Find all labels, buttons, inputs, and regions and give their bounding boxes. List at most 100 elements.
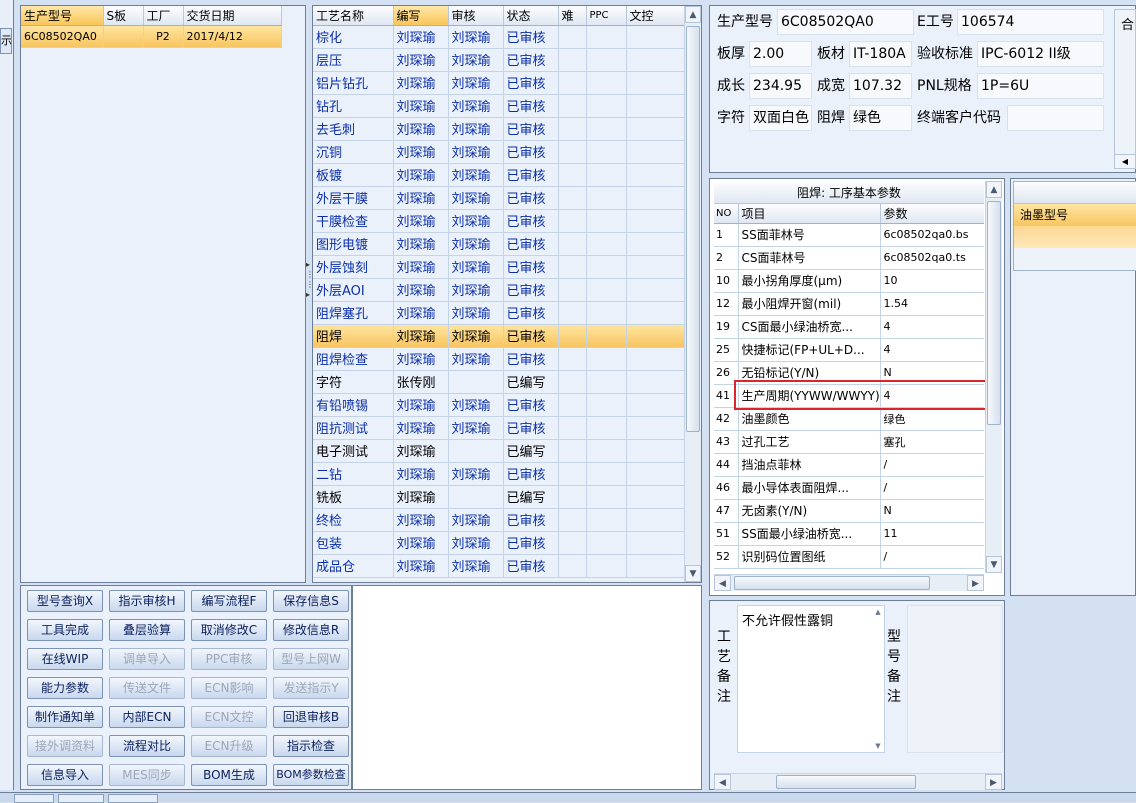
process-author-cell[interactable]: 刘琛瑜 bbox=[393, 439, 449, 463]
table-row[interactable]: 43 过孔工艺 塞孔 bbox=[714, 430, 984, 454]
process-vertical-scrollbar[interactable]: ▲ ▼ bbox=[684, 6, 701, 582]
param-no-cell[interactable]: 42 bbox=[714, 407, 739, 431]
process-process-name-cell[interactable]: 干膜检查 bbox=[313, 209, 394, 233]
process-reviewer-cell[interactable]: 刘琛瑜 bbox=[448, 117, 504, 141]
action-button-0-2[interactable]: 编写流程F bbox=[191, 590, 267, 612]
process-status-cell[interactable]: 已审核 bbox=[503, 117, 559, 141]
table-row[interactable]: 图形电镀 刘琛瑜 刘琛瑜 已审核 bbox=[313, 232, 685, 256]
process-doc-control-cell[interactable] bbox=[626, 301, 685, 325]
process-reviewer-cell[interactable] bbox=[448, 439, 504, 463]
process-ppc-cell[interactable] bbox=[586, 186, 627, 210]
process-status-cell[interactable]: 已审核 bbox=[503, 163, 559, 187]
process-status-cell[interactable]: 已审核 bbox=[503, 48, 559, 72]
process-author-cell[interactable]: 刘琛瑜 bbox=[393, 163, 449, 187]
param-no-cell[interactable]: 25 bbox=[714, 338, 739, 362]
process-difficulty-cell[interactable] bbox=[558, 347, 587, 371]
process-process-name-cell[interactable]: 有铅喷锡 bbox=[313, 393, 394, 417]
table-row[interactable]: 去毛刺 刘琛瑜 刘琛瑜 已审核 bbox=[313, 117, 685, 141]
action-button-2-1[interactable]: 调单导入 bbox=[109, 648, 185, 670]
process-difficulty-cell[interactable] bbox=[558, 94, 587, 118]
process-ppc-cell[interactable] bbox=[586, 48, 627, 72]
params-vertical-scrollbar[interactable]: ▲ ▼ bbox=[985, 181, 1002, 573]
col-header-author[interactable]: 编写 bbox=[393, 6, 449, 26]
param-item-cell[interactable]: SS面菲林号 bbox=[738, 223, 881, 247]
process-reviewer-cell[interactable]: 刘琛瑜 bbox=[448, 393, 504, 417]
table-row[interactable]: 外层AOI 刘琛瑜 刘琛瑜 已审核 bbox=[313, 278, 685, 302]
process-process-name-cell[interactable]: 层压 bbox=[313, 48, 394, 72]
table-row[interactable]: 层压 刘琛瑜 刘琛瑜 已审核 bbox=[313, 48, 685, 72]
process-reviewer-cell[interactable]: 刘琛瑜 bbox=[448, 209, 504, 233]
scroll-right-icon[interactable]: ▶ bbox=[985, 774, 1002, 790]
pnl-field[interactable]: 1P=6U bbox=[977, 73, 1104, 99]
process-process-name-cell[interactable]: 字符 bbox=[313, 370, 394, 394]
table-row[interactable]: 12 最小阻焊开窗(mil) 1.54 bbox=[714, 292, 984, 316]
process-ppc-cell[interactable] bbox=[586, 554, 627, 578]
process-status-cell[interactable]: 已审核 bbox=[503, 347, 559, 371]
left-stub-button[interactable]: 示 bbox=[0, 28, 12, 54]
process-difficulty-cell[interactable] bbox=[558, 71, 587, 95]
process-process-name-cell[interactable]: 终检 bbox=[313, 508, 394, 532]
process-reviewer-cell[interactable]: 刘琛瑜 bbox=[448, 324, 504, 348]
process-author-cell[interactable]: 刘琛瑜 bbox=[393, 531, 449, 555]
process-author-cell[interactable]: 刘琛瑜 bbox=[393, 324, 449, 348]
process-reviewer-cell[interactable]: 刘琛瑜 bbox=[448, 186, 504, 210]
process-author-cell[interactable]: 张传刚 bbox=[393, 370, 449, 394]
process-doc-control-cell[interactable] bbox=[626, 485, 685, 509]
process-status-cell[interactable]: 已审核 bbox=[503, 25, 559, 49]
ink-row[interactable] bbox=[1014, 226, 1136, 248]
process-difficulty-cell[interactable] bbox=[558, 209, 587, 233]
process-process-name-cell[interactable]: 外层蚀刻 bbox=[313, 255, 394, 279]
process-difficulty-cell[interactable] bbox=[558, 278, 587, 302]
process-process-name-cell[interactable]: 电子测试 bbox=[313, 439, 394, 463]
param-no-cell[interactable]: 2 bbox=[714, 246, 739, 270]
action-button-6-0[interactable]: 信息导入 bbox=[27, 764, 103, 786]
process-process-name-cell[interactable]: 板镀 bbox=[313, 163, 394, 187]
process-author-cell[interactable]: 刘琛瑜 bbox=[393, 554, 449, 578]
param-item-cell[interactable]: 最小导体表面阻焊... bbox=[738, 476, 881, 500]
param-no-cell[interactable]: 46 bbox=[714, 476, 739, 500]
table-row[interactable]: 钻孔 刘琛瑜 刘琛瑜 已审核 bbox=[313, 94, 685, 118]
action-button-1-3[interactable]: 修改信息R bbox=[273, 619, 349, 641]
process-author-cell[interactable]: 刘琛瑜 bbox=[393, 508, 449, 532]
process-ppc-cell[interactable] bbox=[586, 301, 627, 325]
process-author-cell[interactable]: 刘琛瑜 bbox=[393, 255, 449, 279]
table-row[interactable]: 6C08502QA0 P2 2017/4/12 bbox=[21, 25, 282, 48]
process-status-cell[interactable]: 已审核 bbox=[503, 140, 559, 164]
action-button-3-3[interactable]: 发送指示Y bbox=[273, 677, 349, 699]
param-no-cell[interactable]: 1 bbox=[714, 223, 739, 247]
table-row[interactable]: 阻焊塞孔 刘琛瑜 刘琛瑜 已审核 bbox=[313, 301, 685, 325]
col-header-factory[interactable]: 工厂 bbox=[143, 6, 184, 26]
process-difficulty-cell[interactable] bbox=[558, 508, 587, 532]
process-status-cell[interactable]: 已审核 bbox=[503, 94, 559, 118]
scroll-thumb[interactable] bbox=[987, 201, 1001, 425]
param-item-cell[interactable]: CS面菲林号 bbox=[738, 246, 881, 270]
process-process-name-cell[interactable]: 二钻 bbox=[313, 462, 394, 486]
soldermask-field[interactable]: 绿色 bbox=[849, 105, 912, 131]
process-ppc-cell[interactable] bbox=[586, 71, 627, 95]
col-header-doc-control[interactable]: 文控 bbox=[626, 6, 685, 26]
process-ppc-cell[interactable] bbox=[586, 531, 627, 555]
process-process-name-cell[interactable]: 外层干膜 bbox=[313, 186, 394, 210]
table-row[interactable]: 字符 张传刚 已编写 bbox=[313, 370, 685, 394]
process-reviewer-cell[interactable] bbox=[448, 370, 504, 394]
process-status-cell[interactable]: 已审核 bbox=[503, 393, 559, 417]
process-author-cell[interactable]: 刘琛瑜 bbox=[393, 48, 449, 72]
process-difficulty-cell[interactable] bbox=[558, 140, 587, 164]
process-difficulty-cell[interactable] bbox=[558, 462, 587, 486]
table-row[interactable]: 电子测试 刘琛瑜 已编写 bbox=[313, 439, 685, 463]
param-value-cell[interactable]: 10 bbox=[880, 269, 984, 293]
table-row[interactable]: 沉铜 刘琛瑜 刘琛瑜 已审核 bbox=[313, 140, 685, 164]
action-button-5-1[interactable]: 流程对比 bbox=[109, 735, 185, 757]
param-no-cell[interactable]: 51 bbox=[714, 522, 739, 546]
process-process-name-cell[interactable]: 去毛刺 bbox=[313, 117, 394, 141]
action-button-4-0[interactable]: 制作通知单 bbox=[27, 706, 103, 728]
param-value-cell[interactable]: 6c08502qa0.bs bbox=[880, 223, 984, 247]
process-process-name-cell[interactable]: 阻焊检查 bbox=[313, 347, 394, 371]
scroll-down-icon[interactable]: ▼ bbox=[986, 556, 1002, 573]
process-doc-control-cell[interactable] bbox=[626, 232, 685, 256]
process-ppc-cell[interactable] bbox=[586, 209, 627, 233]
process-difficulty-cell[interactable] bbox=[558, 25, 587, 49]
textarea-scrollbar[interactable]: ▲ ▼ bbox=[873, 607, 883, 751]
process-reviewer-cell[interactable]: 刘琛瑜 bbox=[448, 140, 504, 164]
process-status-cell[interactable]: 已审核 bbox=[503, 71, 559, 95]
